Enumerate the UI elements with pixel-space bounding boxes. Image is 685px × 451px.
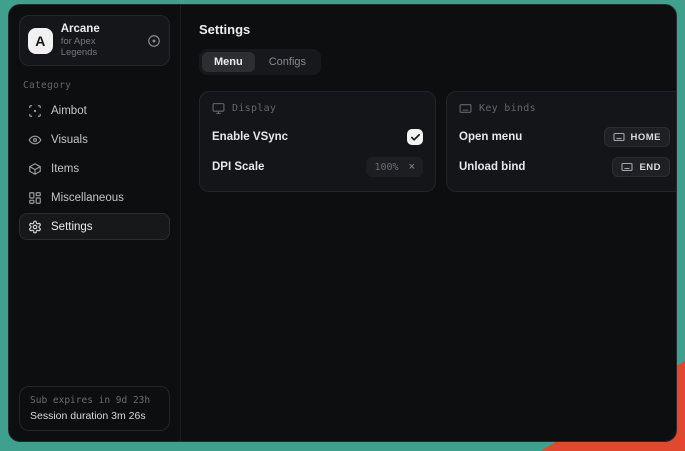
- unload-keybind-button[interactable]: END: [612, 157, 670, 177]
- keyboard-icon: [459, 102, 472, 115]
- tab-configs[interactable]: Configs: [257, 52, 318, 72]
- sidebar-item-label: Miscellaneous: [51, 192, 124, 204]
- dashboard-icon: [28, 191, 42, 205]
- keybinds-card-title: Key binds: [479, 103, 536, 114]
- vsync-row: Enable VSync: [212, 125, 423, 149]
- vsync-checkbox[interactable]: [407, 129, 423, 145]
- keybinds-card: Key binds Open menu HOME Unload bind: [446, 91, 677, 192]
- settings-cards: Display Enable VSync DPI Scale 100% ×: [199, 91, 677, 192]
- sidebar-item-items[interactable]: Items: [19, 155, 170, 182]
- dpi-scale-input[interactable]: 100% ×: [366, 157, 423, 177]
- eye-icon: [28, 133, 42, 147]
- unload-key-value: END: [639, 162, 661, 173]
- app-logo: A: [28, 28, 53, 54]
- monitor-icon: [212, 102, 225, 115]
- sidebar-item-label: Settings: [51, 221, 93, 233]
- display-card-title: Display: [232, 103, 276, 114]
- session-duration-text: Session duration 3m 26s: [30, 410, 159, 422]
- gear-icon: [28, 220, 42, 234]
- app-subtitle: for Apex Legends: [61, 36, 131, 58]
- target-icon[interactable]: [147, 34, 161, 48]
- sub-expiry-text: Sub expires in 9d 23h: [30, 395, 159, 406]
- sidebar-item-label: Aimbot: [51, 105, 87, 117]
- page-title: Settings: [199, 22, 677, 37]
- open-menu-key-value: HOME: [631, 132, 662, 143]
- tab-menu[interactable]: Menu: [202, 52, 255, 72]
- keyboard-icon: [621, 161, 633, 173]
- package-icon: [28, 162, 42, 176]
- unload-bind-label: Unload bind: [459, 161, 525, 173]
- clear-icon[interactable]: ×: [409, 162, 415, 173]
- sidebar-item-label: Visuals: [51, 134, 88, 146]
- dpi-row: DPI Scale 100% ×: [212, 155, 423, 179]
- tab-bar: Menu Configs: [199, 49, 321, 75]
- brand-text: Arcane for Apex Legends: [61, 23, 131, 58]
- keyboard-icon: [613, 131, 625, 143]
- unload-bind-row: Unload bind END: [459, 155, 670, 179]
- category-label: Category: [23, 80, 168, 91]
- open-menu-row: Open menu HOME: [459, 125, 670, 149]
- sidebar-item-miscellaneous[interactable]: Miscellaneous: [19, 184, 170, 211]
- dpi-label: DPI Scale: [212, 161, 264, 173]
- sidebar-item-settings[interactable]: Settings: [19, 213, 170, 240]
- sidebar-nav: Aimbot Visuals Items Miscellaneous: [19, 97, 170, 240]
- app-window: A Arcane for Apex Legends Category Aimbo…: [8, 4, 677, 442]
- sidebar-item-label: Items: [51, 163, 79, 175]
- app-title: Arcane: [61, 23, 131, 35]
- sidebar-item-visuals[interactable]: Visuals: [19, 126, 170, 153]
- main-content: Settings Menu Configs Display Enable VSy…: [181, 5, 677, 441]
- sidebar-item-aimbot[interactable]: Aimbot: [19, 97, 170, 124]
- dpi-scale-value: 100%: [374, 162, 398, 173]
- sidebar: A Arcane for Apex Legends Category Aimbo…: [9, 5, 181, 441]
- brand-card: A Arcane for Apex Legends: [19, 15, 170, 66]
- keybinds-card-header: Key binds: [459, 102, 670, 115]
- vsync-label: Enable VSync: [212, 131, 288, 143]
- crosshair-icon: [28, 104, 42, 118]
- subscription-info-card: Sub expires in 9d 23h Session duration 3…: [19, 386, 170, 431]
- open-menu-label: Open menu: [459, 131, 522, 143]
- check-icon: [410, 132, 421, 143]
- display-card: Display Enable VSync DPI Scale 100% ×: [199, 91, 436, 192]
- display-card-header: Display: [212, 102, 423, 115]
- open-menu-keybind-button[interactable]: HOME: [604, 127, 671, 147]
